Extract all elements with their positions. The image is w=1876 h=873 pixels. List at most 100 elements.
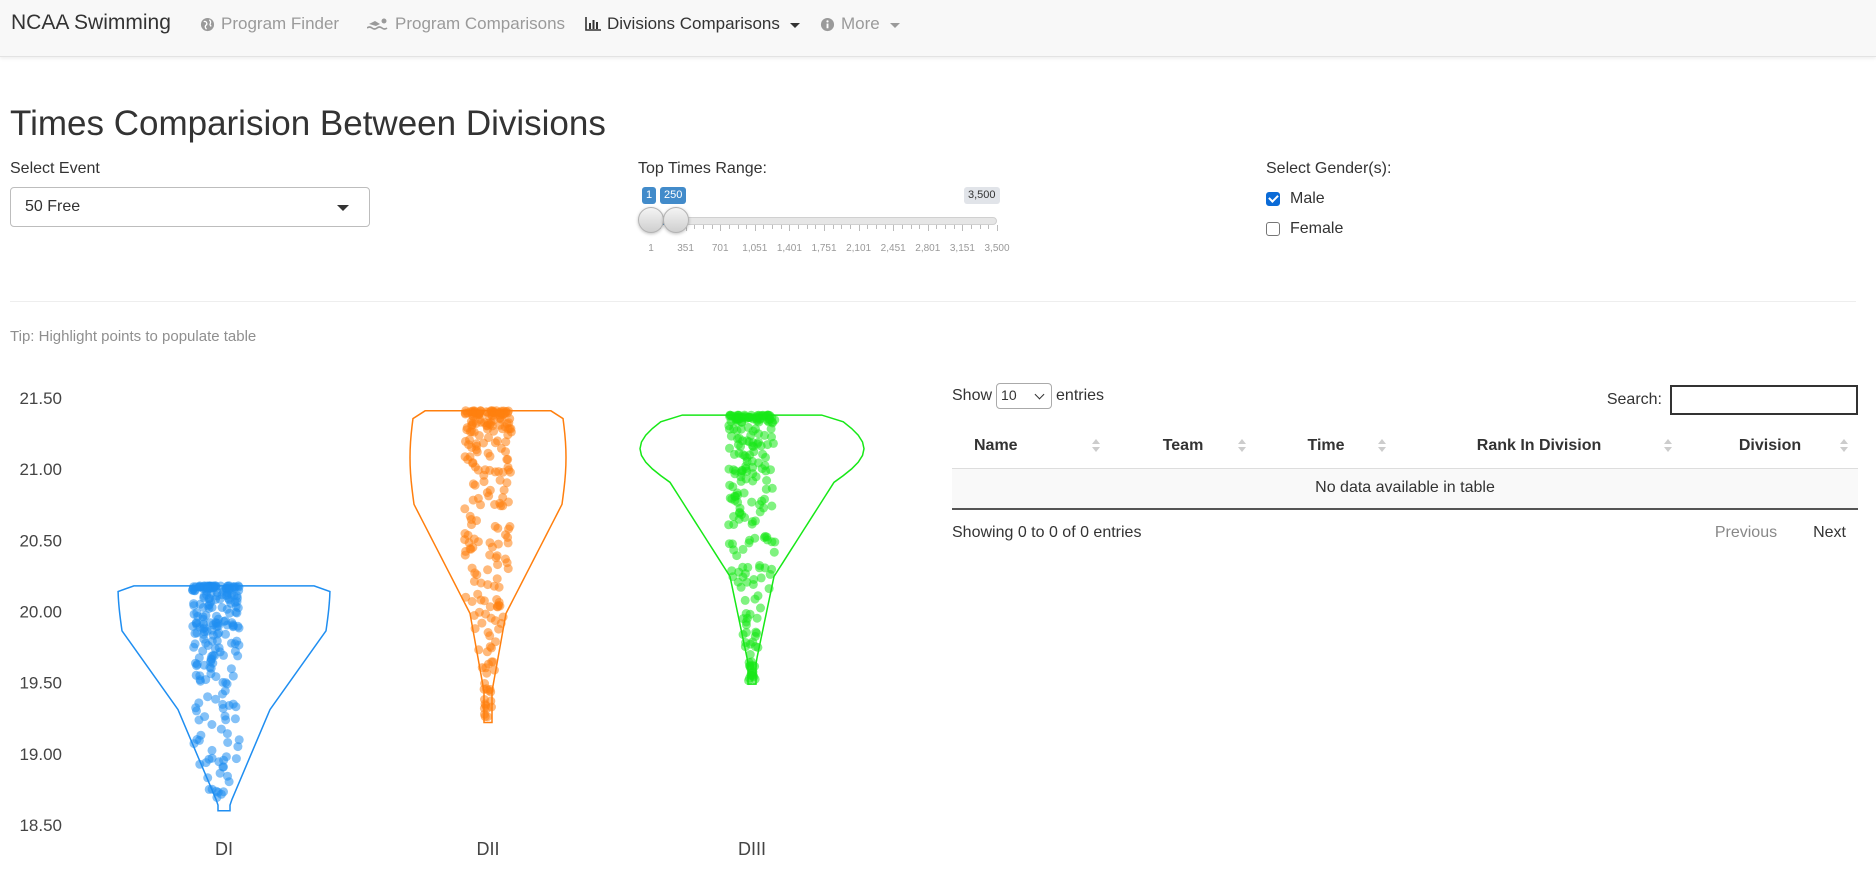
data-point[interactable] xyxy=(487,421,497,431)
data-point[interactable] xyxy=(760,531,770,541)
data-point[interactable] xyxy=(750,594,760,604)
data-point[interactable] xyxy=(234,735,244,745)
data-point[interactable] xyxy=(501,437,511,447)
data-point[interactable] xyxy=(225,608,235,618)
data-point[interactable] xyxy=(756,603,765,613)
data-point[interactable] xyxy=(485,538,495,548)
data-point[interactable] xyxy=(739,488,749,498)
data-point[interactable] xyxy=(724,421,734,431)
data-point[interactable] xyxy=(483,565,493,575)
data-point[interactable] xyxy=(470,568,480,578)
data-point[interactable] xyxy=(504,524,514,534)
data-point[interactable] xyxy=(767,413,777,423)
data-point[interactable] xyxy=(503,454,513,464)
gender-male-option[interactable]: Male xyxy=(1266,190,1325,208)
data-point[interactable] xyxy=(768,438,778,448)
data-point[interactable] xyxy=(468,495,478,505)
data-point[interactable] xyxy=(747,456,757,466)
data-point[interactable] xyxy=(196,676,205,686)
data-point[interactable] xyxy=(203,692,213,702)
data-point[interactable] xyxy=(748,442,758,452)
data-point[interactable] xyxy=(738,630,748,639)
slider-handle-to[interactable] xyxy=(662,207,689,233)
data-point[interactable] xyxy=(220,616,230,626)
data-point[interactable] xyxy=(729,520,739,529)
data-point[interactable] xyxy=(221,629,230,639)
data-point[interactable] xyxy=(492,574,502,584)
data-point[interactable] xyxy=(486,613,496,623)
data-point[interactable] xyxy=(468,479,478,489)
data-point[interactable] xyxy=(747,519,757,529)
data-point[interactable] xyxy=(464,440,474,450)
data-point[interactable] xyxy=(188,621,198,631)
data-point[interactable] xyxy=(761,484,771,494)
data-point[interactable] xyxy=(503,406,513,416)
data-point[interactable] xyxy=(199,634,209,644)
data-point[interactable] xyxy=(469,534,479,544)
data-point[interactable] xyxy=(206,663,216,673)
data-point[interactable] xyxy=(725,443,734,453)
data-point[interactable] xyxy=(473,589,483,599)
data-point[interactable] xyxy=(474,645,484,655)
data-point[interactable] xyxy=(207,745,217,755)
data-point[interactable] xyxy=(483,712,492,722)
data-point[interactable] xyxy=(751,627,761,637)
data-point[interactable] xyxy=(744,676,754,686)
data-point[interactable] xyxy=(230,714,240,724)
nav-program-finder[interactable]: Program Finder xyxy=(200,14,339,34)
data-point[interactable] xyxy=(503,462,513,472)
data-point[interactable] xyxy=(480,679,490,688)
data-point[interactable] xyxy=(741,609,751,618)
data-point[interactable] xyxy=(740,569,750,579)
data-point[interactable] xyxy=(200,712,210,722)
data-point[interactable] xyxy=(220,711,230,721)
data-point[interactable] xyxy=(481,663,491,673)
data-point[interactable] xyxy=(461,546,471,556)
data-point[interactable] xyxy=(199,623,209,633)
data-point[interactable] xyxy=(769,547,779,557)
column-header-name[interactable]: Name xyxy=(952,424,1110,469)
data-point[interactable] xyxy=(747,497,757,507)
data-point[interactable] xyxy=(470,462,480,472)
data-point[interactable] xyxy=(491,553,501,563)
data-point[interactable] xyxy=(755,507,765,517)
data-point[interactable] xyxy=(233,581,243,591)
data-point[interactable] xyxy=(204,754,214,764)
brand-title[interactable]: NCAA Swimming xyxy=(11,11,171,35)
data-point[interactable] xyxy=(756,573,766,583)
data-point[interactable] xyxy=(489,665,499,675)
data-point[interactable] xyxy=(764,584,774,594)
column-header-team[interactable]: Team xyxy=(1110,424,1256,469)
data-point[interactable] xyxy=(463,408,473,418)
data-point[interactable] xyxy=(226,664,236,674)
data-point[interactable] xyxy=(221,591,231,601)
data-point[interactable] xyxy=(766,424,776,434)
male-checkbox[interactable] xyxy=(1266,192,1280,206)
data-point[interactable] xyxy=(216,724,226,734)
data-point[interactable] xyxy=(192,608,202,618)
data-point[interactable] xyxy=(490,467,500,477)
data-point[interactable] xyxy=(733,577,743,587)
search-input[interactable] xyxy=(1670,385,1858,415)
data-point[interactable] xyxy=(232,636,242,646)
data-point[interactable] xyxy=(231,754,241,764)
column-header-division[interactable]: Division xyxy=(1682,424,1858,469)
data-point[interactable] xyxy=(728,539,737,549)
previous-button[interactable]: Previous xyxy=(1715,524,1777,542)
data-point[interactable] xyxy=(767,564,777,574)
data-point[interactable] xyxy=(740,595,750,605)
data-point[interactable] xyxy=(485,602,495,612)
data-point[interactable] xyxy=(751,472,761,482)
data-point[interactable] xyxy=(228,699,238,709)
data-point[interactable] xyxy=(483,628,493,637)
data-point[interactable] xyxy=(460,452,470,462)
data-point[interactable] xyxy=(195,599,205,609)
data-point[interactable] xyxy=(755,561,765,570)
data-point[interactable] xyxy=(744,538,754,548)
data-point[interactable] xyxy=(490,500,500,509)
data-point[interactable] xyxy=(480,695,489,704)
data-point[interactable] xyxy=(215,647,225,657)
data-point[interactable] xyxy=(219,762,228,772)
data-point[interactable] xyxy=(488,657,498,667)
data-point[interactable] xyxy=(201,610,211,620)
